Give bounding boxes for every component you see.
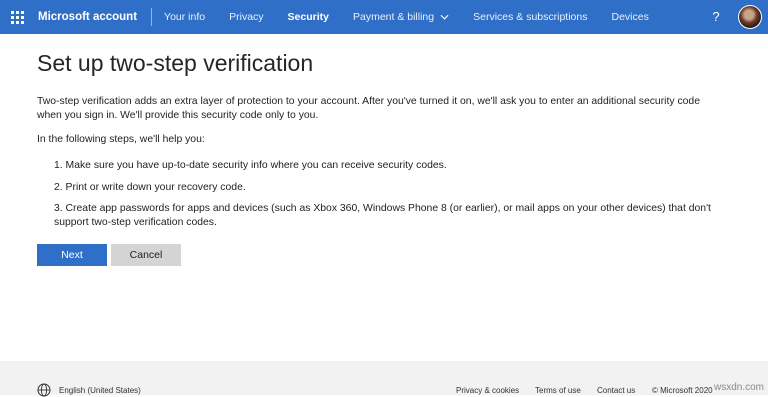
nav-payment-billing-label: Payment & billing [352,11,435,23]
chevron-down-icon [440,14,449,20]
footer: English (United States) Privacy & cookie… [0,361,768,397]
nav-payment-billing[interactable]: Payment & billing [341,0,461,34]
nav-devices[interactable]: Devices [600,0,661,34]
privacy-cookies-link[interactable]: Privacy & cookies [456,386,519,395]
step-1: 1. Make sure you have up-to-date securit… [54,160,447,171]
steps-lead-text: In the following steps, we'll help you: [37,134,205,145]
nav-your-info[interactable]: Your info [152,0,217,34]
top-navigation-bar: Microsoft account Your info Privacy Secu… [0,0,768,34]
brand-link[interactable]: Microsoft account [34,8,153,26]
intro-text: Two-step verification adds an extra laye… [37,96,700,121]
app-launcher-icon[interactable] [0,0,34,34]
terms-of-use-link[interactable]: Terms of use [535,386,581,395]
copyright-text: © Microsoft 2020 [652,386,713,395]
main-nav: Your info Privacy Security Payment & bil… [152,0,661,34]
nav-security[interactable]: Security [276,0,341,34]
language-selector[interactable]: English (United States) [59,386,141,395]
avatar[interactable] [738,5,762,29]
step-2: 2. Print or write down your recovery cod… [54,182,246,193]
contact-us-link[interactable]: Contact us [597,386,635,395]
step-3: 3. Create app passwords for apps and dev… [54,203,711,228]
cancel-button[interactable]: Cancel [111,244,181,266]
help-icon[interactable]: ? [709,0,723,34]
page-title: Set up two-step verification [37,50,314,76]
watermark: wsxdn.com [713,382,764,393]
nav-privacy[interactable]: Privacy [217,0,275,34]
nav-services-subscriptions[interactable]: Services & subscriptions [461,0,599,34]
next-button[interactable]: Next [37,244,107,266]
